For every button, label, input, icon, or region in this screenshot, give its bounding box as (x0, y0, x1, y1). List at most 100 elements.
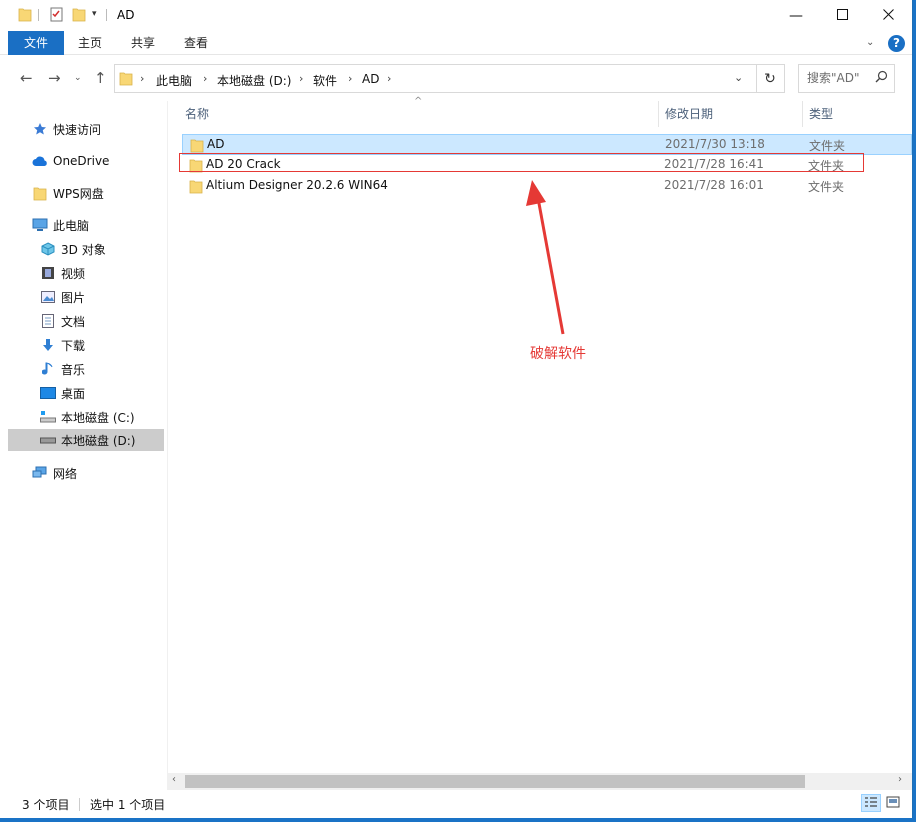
tab-home[interactable]: 主页 (66, 31, 114, 55)
file-type: 文件夹 (809, 139, 846, 153)
forward-arrow-icon[interactable]: → (48, 69, 61, 87)
sidebar-item-downloads[interactable]: 下载 (40, 334, 85, 356)
breadcrumb-drive-d[interactable]: 本地磁盘 (D:) (217, 72, 291, 89)
up-arrow-icon[interactable]: ↑ (94, 69, 107, 87)
sidebar-item-label: 图片 (61, 290, 86, 305)
sidebar-item-onedrive[interactable]: OneDrive (32, 150, 109, 172)
recent-locations-chevron-icon[interactable]: ⌄ (74, 73, 82, 83)
address-folder-icon (119, 70, 133, 89)
toolbar-separator (38, 9, 39, 21)
sidebar-item-drive-d[interactable]: 本地磁盘 (D:) (8, 429, 164, 451)
cloud-icon (32, 153, 48, 169)
sidebar-item-pictures[interactable]: 图片 (40, 286, 85, 308)
breadcrumb-separator-icon[interactable]: › (203, 72, 207, 85)
sidebar-item-label: 音乐 (61, 362, 86, 377)
large-icons-view-button[interactable] (883, 794, 903, 812)
column-header-type[interactable]: 类型 (809, 101, 833, 127)
breadcrumb-separator-icon[interactable]: › (387, 72, 391, 85)
help-icon[interactable]: ? (888, 35, 905, 52)
breadcrumb-separator-icon: › (140, 72, 145, 85)
explorer-window: ▾ AD — 文件 主页 共享 查看 ⌄ ? ← → ⌄ ↑ › 此电脑 › 本 (0, 0, 913, 818)
folder-icon (32, 185, 48, 201)
close-button[interactable] (865, 0, 911, 31)
tab-share[interactable]: 共享 (118, 31, 168, 55)
expand-ribbon-chevron-icon[interactable]: ⌄ (866, 37, 874, 48)
breadcrumb-ad[interactable]: AD (362, 72, 379, 86)
address-dropdown-chevron-icon[interactable]: ⌄ (734, 71, 743, 84)
breadcrumb-separator-icon[interactable]: › (348, 72, 352, 85)
sidebar-item-label: OneDrive (53, 154, 110, 168)
refresh-button[interactable]: ↻ (756, 64, 785, 93)
large-icons-view-icon (886, 796, 900, 811)
sidebar-item-label: 视频 (61, 266, 86, 281)
search-box[interactable] (798, 64, 895, 93)
sidebar-item-label: WPS网盘 (53, 186, 104, 201)
folder-icon (18, 6, 32, 25)
address-bar[interactable]: › 此电脑 › 本地磁盘 (D:) › 软件 › AD › ⌄ (114, 64, 757, 93)
search-input[interactable] (807, 71, 869, 85)
scroll-left-icon[interactable]: ‹ (172, 774, 176, 785)
sidebar-item-desktop[interactable]: 桌面 (40, 382, 85, 404)
details-view-button[interactable] (861, 794, 881, 812)
item-count: 3 个项目 (22, 798, 70, 812)
sidebar-item-label: 本地磁盘 (C:) (61, 410, 135, 425)
column-divider[interactable] (658, 101, 659, 127)
sidebar-item-label: 桌面 (61, 386, 86, 401)
ribbon-tabs: 文件 主页 共享 查看 ⌄ ? (0, 31, 912, 55)
maximize-icon (836, 8, 848, 24)
search-icon[interactable] (875, 70, 888, 86)
minimize-button[interactable]: — (773, 0, 819, 31)
toolbar-separator (106, 9, 107, 21)
sidebar-item-label: 3D 对象 (61, 242, 106, 257)
scroll-right-icon[interactable]: › (898, 774, 902, 785)
sidebar-item-quick-access[interactable]: 快速访问 (32, 118, 101, 140)
sidebar-item-label: 文档 (61, 314, 86, 329)
minimize-icon: — (789, 7, 803, 24)
selected-count: 选中 1 个项目 (90, 798, 166, 812)
picture-icon (40, 289, 56, 305)
sidebar-item-network[interactable]: 网络 (32, 462, 77, 484)
file-date: 2021/7/30 13:18 (665, 137, 765, 151)
column-header-date[interactable]: 修改日期 (665, 101, 713, 127)
sidebar-item-documents[interactable]: 文档 (40, 310, 85, 332)
sidebar-item-videos[interactable]: 视频 (40, 262, 85, 284)
column-divider[interactable] (802, 101, 803, 127)
folder-icon (189, 179, 203, 197)
star-icon (32, 121, 48, 137)
network-icon (32, 465, 48, 481)
breadcrumb-this-pc[interactable]: 此电脑 (156, 72, 192, 89)
breadcrumb-software[interactable]: 软件 (313, 72, 337, 89)
navigation-pane: 快速访问 OneDrive WPS网盘 此电脑 3D 对象 视频 图片 文档 下… (0, 101, 166, 789)
sidebar-item-3d-objects[interactable]: 3D 对象 (40, 238, 106, 260)
file-date: 2021/7/28 16:01 (664, 178, 764, 192)
tab-view[interactable]: 查看 (172, 31, 220, 55)
music-icon (40, 361, 56, 377)
annotation-arrow-icon (526, 180, 565, 335)
file-row[interactable]: AD 2021/7/30 13:18 文件夹 (182, 134, 912, 155)
customize-toolbar-chevron-icon[interactable]: ▾ (92, 9, 97, 19)
sidebar-item-this-pc[interactable]: 此电脑 (32, 214, 89, 236)
breadcrumb-separator-icon[interactable]: › (299, 72, 303, 85)
properties-icon[interactable] (49, 6, 64, 25)
details-view-icon (864, 796, 878, 811)
window-title: AD (117, 8, 135, 22)
sidebar-item-label: 此电脑 (53, 218, 90, 233)
title-bar: ▾ AD — (0, 0, 912, 31)
file-name: AD (207, 137, 225, 151)
sidebar-item-music[interactable]: 音乐 (40, 358, 85, 380)
cube-icon (40, 241, 56, 257)
back-arrow-icon[interactable]: ← (20, 69, 33, 87)
sidebar-item-drive-c[interactable]: 本地磁盘 (C:) (40, 406, 135, 428)
scrollbar-thumb[interactable] (185, 775, 805, 788)
maximize-button[interactable] (819, 0, 865, 31)
sidebar-item-label: 下载 (61, 338, 86, 353)
status-separator (79, 798, 80, 811)
annotation-label: 破解软件 (530, 346, 586, 362)
tab-file[interactable]: 文件 (8, 31, 64, 55)
column-header-name[interactable]: 名称 (185, 101, 209, 127)
annotation-highlight-box (179, 153, 864, 172)
new-folder-icon[interactable] (72, 6, 86, 25)
sidebar-item-wps-drive[interactable]: WPS网盘 (32, 182, 104, 204)
download-icon (40, 337, 56, 353)
horizontal-scrollbar[interactable]: ‹ › (167, 773, 912, 790)
